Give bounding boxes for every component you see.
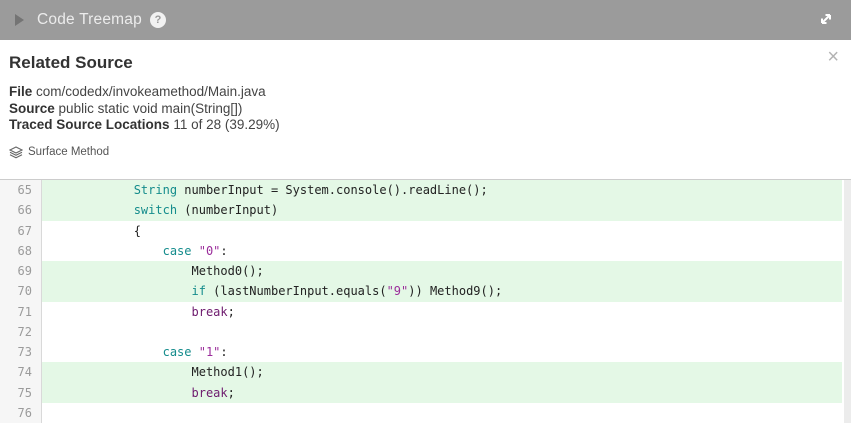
code-line: 65 String numberInput = System.console()… [0, 180, 851, 200]
code-line-text: Method1(); [42, 362, 842, 382]
file-value: com/codedx/invokeamethod/Main.java [36, 84, 266, 99]
line-number: 75 [0, 383, 42, 403]
collapse-triangle-icon[interactable] [15, 14, 24, 26]
code-line: 71 break; [0, 302, 851, 322]
line-number: 76 [0, 403, 42, 423]
code-line: 74 Method1(); [0, 362, 851, 382]
code-line-text [42, 322, 842, 342]
code-line: 68 case "0": [0, 241, 851, 261]
help-icon[interactable]: ? [150, 12, 166, 28]
file-label: File [9, 84, 32, 99]
line-number: 72 [0, 322, 42, 342]
source-value: public static void main(String[]) [59, 101, 243, 116]
vertical-scrollbar[interactable] [844, 180, 851, 423]
layers-icon [9, 146, 23, 159]
line-number: 73 [0, 342, 42, 362]
line-number: 69 [0, 261, 42, 281]
treemap-section-title: Code Treemap [37, 11, 142, 29]
code-line-text: case "0": [42, 241, 842, 261]
code-line: 72 [0, 322, 851, 342]
line-number: 68 [0, 241, 42, 261]
code-line-text: break; [42, 383, 842, 403]
code-line: 69 Method0(); [0, 261, 851, 281]
code-editor: 65 String numberInput = System.console()… [0, 180, 851, 423]
source-label: Source [9, 101, 55, 116]
code-line-text [42, 403, 842, 423]
code-line: 73 case "1": [0, 342, 851, 362]
code-line: 76 [0, 403, 851, 423]
line-number: 67 [0, 221, 42, 241]
code-line-text: String numberInput = System.console().re… [42, 180, 842, 200]
surface-method-tag: Surface Method [9, 146, 839, 159]
file-field: File com/codedx/invokeamethod/Main.java [9, 84, 839, 101]
related-source-panel: × Related Source File com/codedx/invokea… [0, 40, 851, 180]
traced-locations-value: 11 of 28 (39.29%) [173, 117, 279, 132]
code-line: 66 switch (numberInput) [0, 200, 851, 220]
code-line: 70 if (lastNumberInput.equals("9")) Meth… [0, 281, 851, 301]
close-icon[interactable]: × [827, 48, 839, 66]
code-lines: 65 String numberInput = System.console()… [0, 180, 851, 423]
code-line-text: if (lastNumberInput.equals("9")) Method9… [42, 281, 842, 301]
panel-title: Related Source [9, 53, 839, 73]
line-number: 71 [0, 302, 42, 322]
treemap-section-header[interactable]: Code Treemap ? [0, 0, 851, 40]
traced-locations-label: Traced Source Locations [9, 117, 170, 132]
code-line-text: break; [42, 302, 842, 322]
line-number: 66 [0, 200, 42, 220]
code-line: 75 break; [0, 383, 851, 403]
surface-method-label: Surface Method [28, 146, 109, 158]
expand-icon[interactable] [817, 10, 835, 28]
code-line-text: { [42, 221, 842, 241]
line-number: 70 [0, 281, 42, 301]
line-number: 65 [0, 180, 42, 200]
code-line: 67 { [0, 221, 851, 241]
code-line-text: case "1": [42, 342, 842, 362]
line-number: 74 [0, 362, 42, 382]
code-line-text: switch (numberInput) [42, 200, 842, 220]
source-field: Source public static void main(String[]) [9, 101, 839, 118]
code-line-text: Method0(); [42, 261, 842, 281]
traced-locations-field: Traced Source Locations 11 of 28 (39.29%… [9, 117, 839, 134]
